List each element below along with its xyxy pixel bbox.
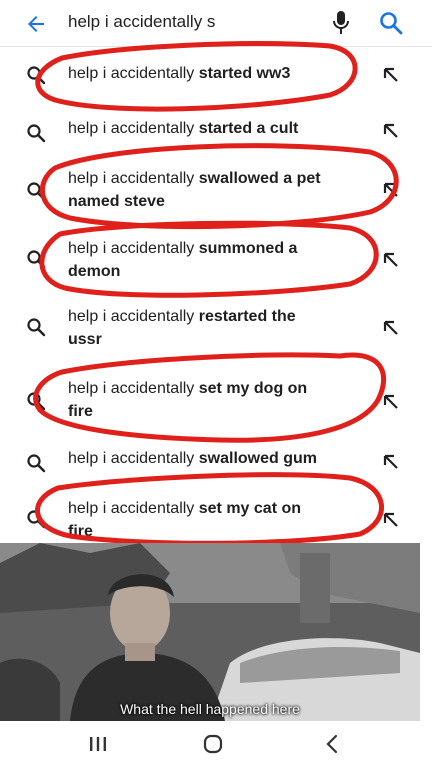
search-icon[interactable] [378,10,404,36]
search-icon [27,66,46,85]
suggestion-text: help i accidentally set my cat on fire [68,500,302,540]
suggestion-list: help i accidentally started ww3 help i a… [0,47,432,543]
back-arrow-icon[interactable] [24,12,48,36]
search-icon [27,510,46,529]
search-icon [27,454,46,473]
meme-scene [0,543,420,721]
suggestion-row[interactable]: help i accidentally started ww3 [0,47,432,109]
search-icon [27,182,46,201]
suggestion-row[interactable]: help i accidentally swallowed a pet named… [0,157,432,227]
suggestion-text: help i accidentally swallowed a pet named… [68,170,321,210]
meme-image: What the hell happened here [0,543,420,721]
fill-query-arrow-icon[interactable] [382,66,400,84]
search-input[interactable]: help i accidentally s [68,12,215,32]
search-icon [27,318,46,337]
suggestion-row[interactable]: help i accidentally swallowed gum [0,439,432,487]
home-icon[interactable] [202,734,224,754]
suggestion-text: help i accidentally summoned a demon [68,240,298,280]
suggestion-text: help i accidentally swallowed gum [68,450,317,467]
back-chevron-icon[interactable] [322,733,342,755]
fill-query-arrow-icon[interactable] [382,511,400,529]
fill-query-arrow-icon[interactable] [382,393,400,411]
suggestion-row[interactable]: help i accidentally started a cult [0,109,432,157]
search-icon [27,250,46,269]
suggestion-row[interactable]: help i accidentally restarted the ussr [0,295,432,367]
suggestion-text: help i accidentally restarted the ussr [68,308,296,348]
search-icon [27,392,46,411]
microphone-icon[interactable] [330,10,352,36]
suggestion-row[interactable]: help i accidentally summoned a demon [0,227,432,295]
system-navigation-bar [0,721,432,767]
fill-query-arrow-icon[interactable] [382,122,400,140]
fill-query-arrow-icon[interactable] [382,319,400,337]
suggestion-text: help i accidentally set my dog on fire [68,380,308,420]
suggestion-text: help i accidentally started a cult [68,120,299,137]
recent-apps-icon[interactable] [88,735,108,753]
suggestion-text: help i accidentally started ww3 [68,65,291,82]
fill-query-arrow-icon[interactable] [382,251,400,269]
fill-query-arrow-icon[interactable] [382,453,400,471]
fill-query-arrow-icon[interactable] [382,181,400,199]
meme-caption: What the hell happened here [120,701,300,717]
suggestion-row[interactable]: help i accidentally set my cat on fire [0,487,432,543]
suggestion-row[interactable]: help i accidentally set my dog on fire [0,367,432,439]
search-icon [27,124,46,143]
search-bar: help i accidentally s [0,0,432,47]
